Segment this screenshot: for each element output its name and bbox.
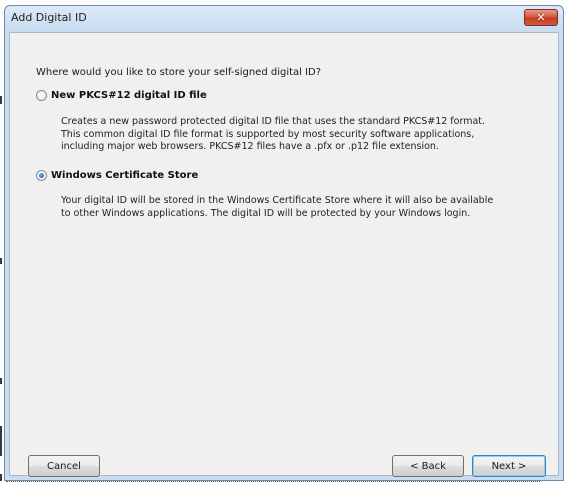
close-icon: ✕	[536, 11, 546, 24]
background-edge-mark	[0, 426, 2, 456]
next-button[interactable]: Next >	[472, 455, 546, 477]
screen: Add Digital ID ✕ Where would you like to…	[0, 0, 564, 494]
window-title: Add Digital ID	[11, 11, 87, 24]
close-button[interactable]: ✕	[524, 9, 558, 26]
description-line: Creates a new password protected digital…	[61, 116, 486, 127]
windows-store-description: Your digital ID will be stored in the Wi…	[61, 195, 493, 220]
storage-question: Where would you like to store your self-…	[36, 67, 322, 78]
windows-store-label: Windows Certificate Store	[51, 170, 199, 181]
radio-selected-dot	[39, 173, 44, 178]
dialog-content: Where would you like to store your self-…	[9, 32, 559, 477]
background-edge-mark	[0, 96, 2, 104]
add-digital-id-dialog: Add Digital ID ✕ Where would you like to…	[4, 5, 564, 481]
title-bar[interactable]: Add Digital ID ✕	[5, 6, 563, 32]
pkcs12-radio[interactable]	[36, 90, 47, 101]
cancel-button[interactable]: Cancel	[28, 455, 100, 477]
pkcs12-label: New PKCS#12 digital ID file	[51, 90, 207, 101]
description-line: Your digital ID will be stored in the Wi…	[61, 195, 494, 206]
windows-store-option[interactable]: Windows Certificate Store	[36, 170, 198, 181]
background-dotted-line	[6, 481, 540, 482]
pkcs12-option[interactable]: New PKCS#12 digital ID file	[36, 90, 207, 101]
pkcs12-description: Creates a new password protected digital…	[61, 116, 485, 154]
description-line: including major web browsers. PKCS#12 fi…	[61, 141, 439, 152]
background-edge-mark	[0, 378, 2, 384]
background-strip	[0, 481, 564, 494]
windows-store-radio[interactable]	[36, 170, 47, 181]
description-line: to other Windows applications. The digit…	[61, 207, 471, 219]
background-edge-mark	[0, 258, 2, 264]
back-button[interactable]: < Back	[392, 455, 464, 477]
description-line: This common digital ID file format is su…	[61, 128, 475, 140]
